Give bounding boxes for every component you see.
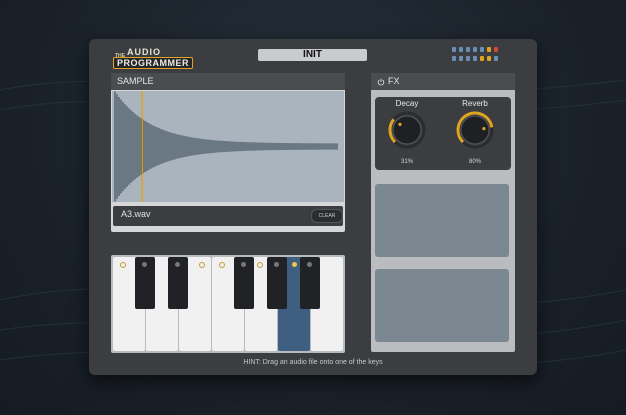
reverb-knob[interactable] [455, 110, 495, 150]
fx-section-title: FX [388, 76, 400, 86]
preset-name-display[interactable]: INIT [258, 49, 367, 61]
reverb-label: Reverb [462, 99, 488, 108]
waveform-display[interactable] [112, 91, 344, 202]
fx-section-header: FX [371, 73, 515, 90]
decay-label: Decay [395, 99, 419, 108]
sample-section: SAMPLE A3.wav CLEAR [111, 73, 345, 232]
audio-programmer-logo: THE AUDIO PROGRAMMER [113, 45, 193, 71]
file-bar: A3.wav CLEAR [113, 206, 343, 226]
waveform [114, 91, 338, 202]
clear-button[interactable]: CLEAR [311, 209, 343, 223]
reverb-value: 80% [468, 159, 481, 165]
black-key-2[interactable] [168, 257, 188, 309]
fx-knobs-area: Decay 31% Reverb 80% [375, 97, 511, 170]
piano-keyboard [111, 255, 345, 353]
fx-slot-1[interactable] [375, 184, 509, 257]
power-icon[interactable] [377, 78, 385, 86]
decay-value: 31% [400, 159, 413, 165]
sample-filename: A3.wav [121, 209, 151, 219]
sample-section-title: SAMPLE [111, 73, 345, 90]
decay-knob[interactable] [387, 110, 427, 150]
black-key-1[interactable] [135, 257, 155, 309]
level-meter-icon [452, 47, 504, 65]
fx-slot-2[interactable] [375, 269, 509, 342]
plugin-panel: THE AUDIO PROGRAMMER INIT SAMPLE A3.wav … [89, 39, 537, 375]
hint-text: HINT: Drag an audio file onto one of the… [243, 359, 383, 366]
black-key-5[interactable] [300, 257, 320, 309]
black-key-4[interactable] [267, 257, 287, 309]
black-key-3[interactable] [234, 257, 254, 309]
fx-section: FX Decay 31% Reverb 80% [371, 73, 515, 352]
